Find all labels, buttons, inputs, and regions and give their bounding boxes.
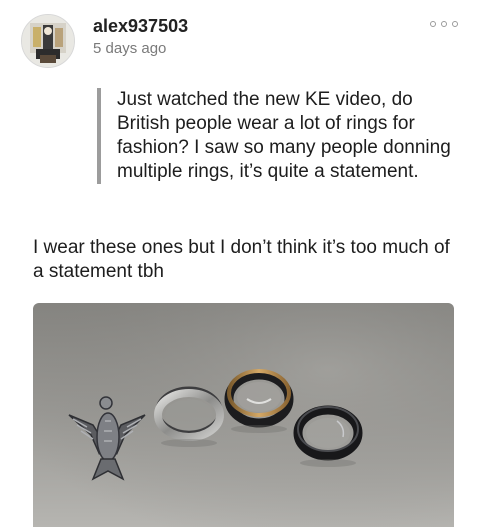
dot (430, 21, 436, 27)
post-body-text: I wear these ones but I don’t think it’s… (33, 237, 450, 282)
post-header: alex937503 5 days ago (0, 0, 480, 80)
username[interactable]: alex937503 (93, 16, 188, 37)
post-timestamp: 5 days ago (93, 40, 167, 57)
post-photo[interactable] (33, 303, 454, 527)
more-options-icon[interactable] (430, 16, 458, 32)
post-card: alex937503 5 days ago Just watched the n… (0, 0, 480, 527)
avatar-image (22, 15, 74, 67)
quoted-text-block: Just watched the new KE video, do Britis… (97, 88, 467, 184)
avatar[interactable] (21, 14, 75, 68)
dot (452, 21, 458, 27)
dot (441, 21, 447, 27)
quote-text: Just watched the new KE video, do Britis… (117, 89, 451, 182)
rings-photo (33, 303, 454, 527)
